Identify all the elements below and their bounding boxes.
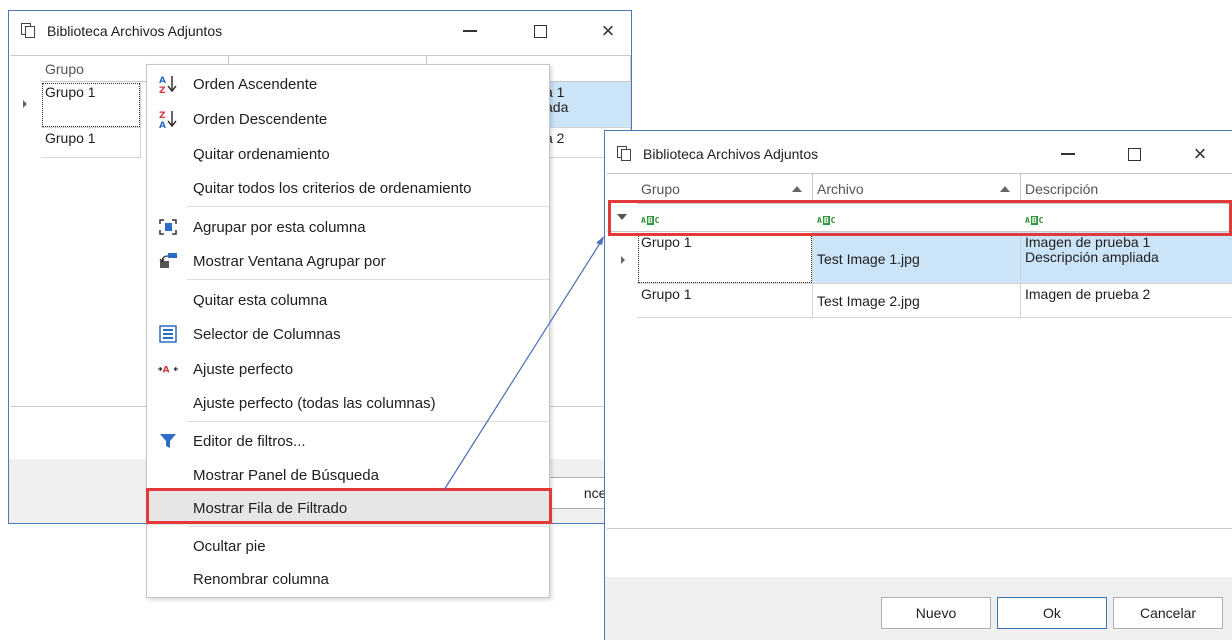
annotation-arrow — [443, 236, 604, 491]
